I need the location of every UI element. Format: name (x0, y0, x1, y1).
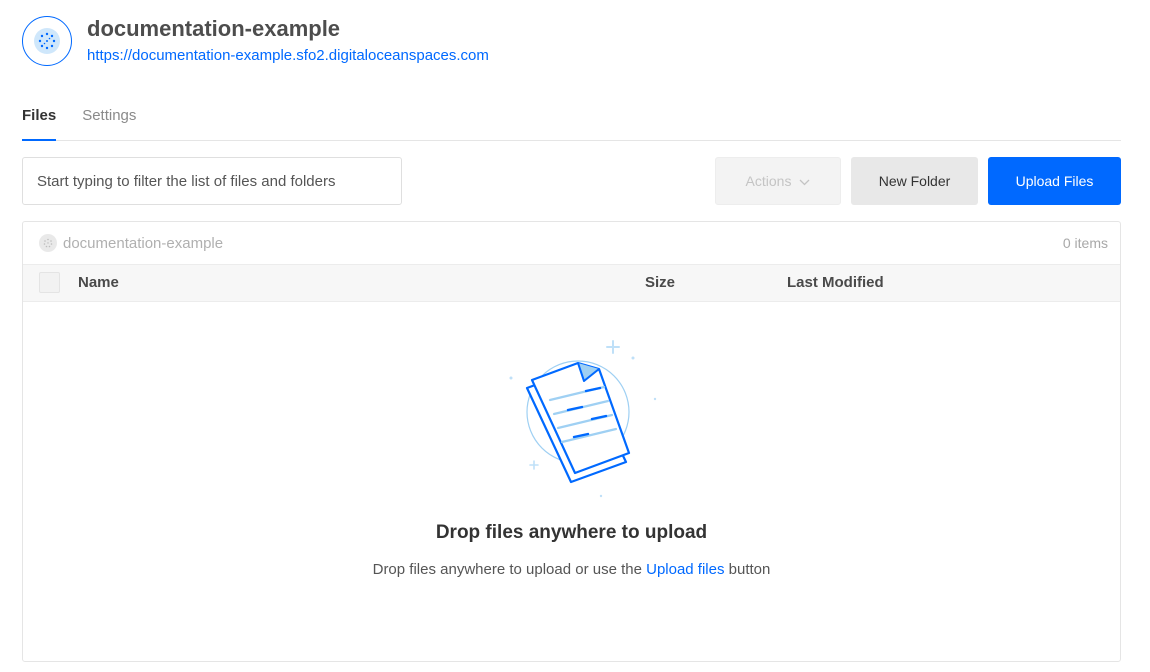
tab-files[interactable]: Files (22, 103, 57, 141)
tab-settings[interactable]: Settings (82, 103, 136, 136)
empty-state-text-before: Drop files anywhere to upload or use the (372, 561, 647, 578)
item-count: 0 items (1062, 235, 1108, 251)
chevron-down-icon (799, 173, 810, 189)
column-size-header[interactable]: Size (645, 274, 675, 291)
column-last-modified-header[interactable]: Last Modified (787, 274, 884, 291)
panel-breadcrumb: documentation-example 0 items (23, 222, 1120, 264)
bucket-header: documentation-example https://documentat… (22, 16, 489, 66)
actions-label: Actions (745, 173, 792, 189)
select-all-checkbox[interactable] (39, 272, 60, 293)
page-title: documentation-example (87, 16, 341, 41)
new-folder-button[interactable]: New Folder (851, 157, 978, 205)
file-browser-panel: documentation-example 0 items Name Size … (22, 221, 1121, 662)
file-filter-input[interactable] (22, 157, 402, 205)
upload-files-button[interactable]: Upload Files (988, 157, 1121, 205)
tab-bar: Files Settings (22, 103, 1121, 141)
spaces-bucket-icon (22, 16, 72, 66)
empty-state-subtitle: Drop files anywhere to upload or use the… (23, 561, 1120, 578)
empty-state-text-after: button (724, 561, 771, 578)
actions-dropdown-button[interactable]: Actions (715, 157, 841, 205)
breadcrumb-bucket-name[interactable]: documentation-example (63, 235, 223, 252)
bucket-url-link[interactable]: https://documentation-example.sfo2.digit… (87, 47, 489, 64)
empty-state-title: Drop files anywhere to upload (435, 522, 708, 543)
bucket-small-icon (39, 234, 57, 252)
documents-illustration-icon (505, 336, 665, 511)
upload-files-link[interactable]: Upload files (646, 561, 724, 578)
column-name-header[interactable]: Name (78, 274, 119, 291)
table-header: Name Size Last Modified (23, 264, 1120, 302)
bucket-meta: documentation-example https://documentat… (87, 16, 489, 64)
